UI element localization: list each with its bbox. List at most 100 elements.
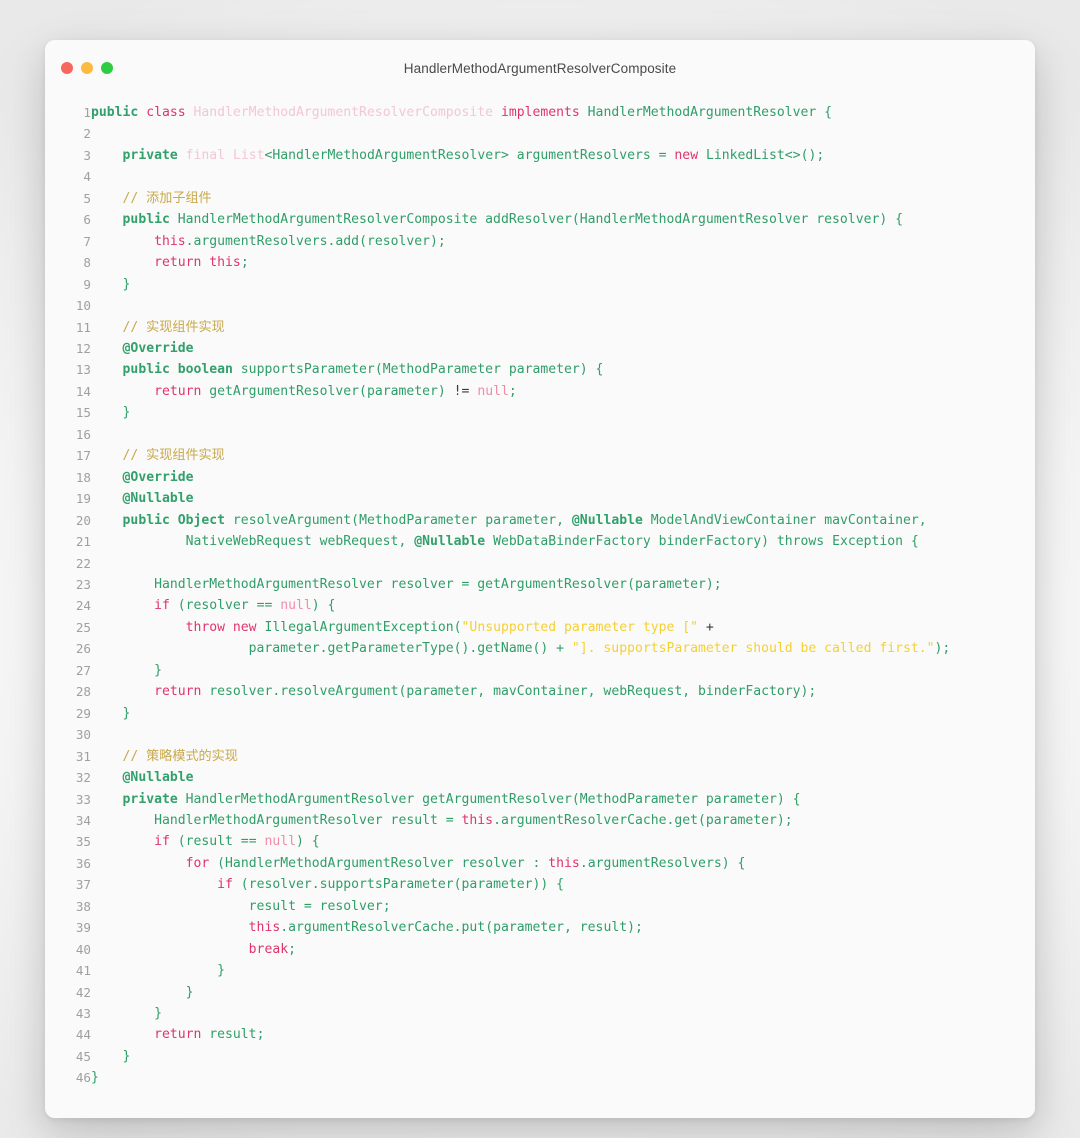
token: ); (800, 684, 817, 700)
line-source[interactable]: // 实现组件实现 (91, 445, 1035, 466)
line-source[interactable]: break; (91, 939, 1035, 960)
line-source[interactable]: } (91, 274, 1035, 295)
line-source[interactable]: return getArgumentResolver(parameter) !=… (91, 381, 1035, 402)
close-icon[interactable] (61, 62, 73, 74)
token: ; (240, 255, 249, 271)
line-source[interactable]: return this; (91, 252, 1035, 273)
line-source[interactable]: } (91, 1046, 1035, 1067)
code-line: 44 return result; (45, 1024, 1035, 1045)
line-source[interactable]: return result; (91, 1024, 1035, 1045)
line-source[interactable] (91, 123, 1035, 144)
window-titlebar[interactable]: HandlerMethodArgumentResolverComposite (45, 40, 1035, 96)
minimize-icon[interactable] (81, 62, 93, 74)
token: ( (217, 855, 226, 871)
token: // 添加子组件 (91, 190, 212, 206)
token: parameter, mavContainer, webRequest, bin… (406, 684, 801, 700)
line-source[interactable]: } (91, 660, 1035, 681)
token: ( (359, 233, 367, 249)
maximize-icon[interactable] (101, 62, 113, 74)
token: null (264, 834, 297, 850)
line-source[interactable]: HandlerMethodArgumentResolver result = t… (91, 810, 1035, 831)
line-source[interactable]: if (resolver == null) { (91, 595, 1035, 616)
line-source[interactable]: } (91, 982, 1035, 1003)
line-source[interactable]: parameter.getParameterType().getName() +… (91, 638, 1035, 659)
token: ( (698, 812, 706, 828)
screenshot-stage: HandlerMethodArgumentResolverComposite 1… (0, 0, 1080, 1138)
line-source[interactable]: private final List<HandlerMethodArgument… (91, 145, 1035, 166)
line-number: 15 (75, 405, 91, 421)
code-line: 26 parameter.getParameterType().getName(… (45, 638, 1035, 659)
line-source[interactable] (91, 553, 1035, 574)
token: LinkedList<>(); (705, 147, 825, 163)
line-source[interactable]: this.argumentResolvers.add(resolver); (91, 231, 1035, 252)
token: return (154, 383, 210, 399)
line-source[interactable]: public class HandlerMethodArgumentResolv… (91, 102, 1035, 123)
line-source[interactable] (91, 166, 1035, 187)
code-line: 28 return resolver.resolveArgument(param… (45, 681, 1035, 702)
code-line: 19 @Nullable (45, 488, 1035, 509)
token: } (91, 705, 131, 721)
line-source[interactable]: public HandlerMethodArgumentResolverComp… (91, 209, 1035, 230)
line-source[interactable]: public boolean supportsParameter(MethodP… (91, 359, 1035, 380)
code-line: 45 } (45, 1046, 1035, 1067)
token: HandlerMethodArgumentResolver getArgumen… (185, 791, 572, 807)
code-line: 36 for (HandlerMethodArgumentResolver re… (45, 853, 1035, 874)
line-source[interactable]: NativeWebRequest webRequest, @Nullable W… (91, 531, 1035, 552)
token: resolver.resolveArgument (209, 684, 399, 700)
token: ; (256, 1027, 265, 1043)
line-source[interactable]: } (91, 1067, 1035, 1088)
line-source[interactable]: private HandlerMethodArgumentResolver ge… (91, 789, 1035, 810)
line-number: 43 (75, 1006, 91, 1022)
line-number: 35 (75, 834, 91, 850)
token: @Nullable (122, 491, 194, 507)
line-source[interactable] (91, 295, 1035, 316)
line-source[interactable]: if (result == null) { (91, 831, 1035, 852)
line-number: 23 (75, 576, 91, 592)
line-number: 42 (75, 984, 91, 1000)
token: parameter.getParameterType (91, 641, 454, 657)
token: ( (571, 212, 580, 228)
token: HandlerMethodArgumentResolverComposite (193, 105, 494, 120)
token: ModelAndViewContainer mavContainer, (650, 512, 927, 528)
line-source[interactable]: for (HandlerMethodArgumentResolver resol… (91, 853, 1035, 874)
line-source[interactable]: throw new IllegalArgumentException("Unsu… (91, 617, 1035, 638)
line-source[interactable]: @Override (91, 338, 1035, 359)
line-source[interactable] (91, 724, 1035, 745)
token: ) { (776, 791, 801, 807)
line-source[interactable]: } (91, 703, 1035, 724)
line-number: 1 (83, 105, 91, 120)
line-source[interactable]: HandlerMethodArgumentResolver resolver =… (91, 574, 1035, 595)
code-line: 29 } (45, 703, 1035, 724)
token: ; (288, 941, 296, 957)
code-line: 4 (45, 166, 1035, 187)
code-editor[interactable]: 1 public class HandlerMethodArgumentResol… (45, 96, 1035, 1118)
line-source[interactable] (91, 424, 1035, 445)
token: ) (761, 534, 777, 550)
line-source[interactable]: @Nullable (91, 488, 1035, 509)
line-source[interactable]: } (91, 402, 1035, 423)
line-source[interactable]: // 实现组件实现 (91, 317, 1035, 338)
line-source[interactable]: @Override (91, 467, 1035, 488)
line-source[interactable]: // 策略模式的实现 (91, 746, 1035, 767)
code-table: 1 public class HandlerMethodArgumentResol… (45, 102, 1035, 1089)
token: ( (177, 834, 186, 850)
line-source[interactable]: result = resolver; (91, 896, 1035, 917)
line-number: 14 (75, 383, 91, 399)
token: .argumentResolverCache.get (493, 812, 699, 828)
token: .argumentResolvers.add (185, 233, 360, 249)
line-number: 25 (75, 619, 91, 635)
line-source[interactable]: public Object resolveArgument(MethodPara… (91, 510, 1035, 531)
line-source[interactable]: // 添加子组件 (91, 188, 1035, 209)
token: getName (477, 641, 533, 657)
line-source[interactable]: @Nullable (91, 767, 1035, 788)
line-source[interactable]: return resolver.resolveArgument(paramete… (91, 681, 1035, 702)
line-source[interactable]: this.argumentResolverCache.put(parameter… (91, 917, 1035, 938)
line-source[interactable]: if (resolver.supportsParameter(parameter… (91, 874, 1035, 895)
window-title: HandlerMethodArgumentResolverComposite (403, 60, 677, 76)
line-source[interactable]: } (91, 960, 1035, 981)
line-source[interactable]: } (91, 1003, 1035, 1024)
